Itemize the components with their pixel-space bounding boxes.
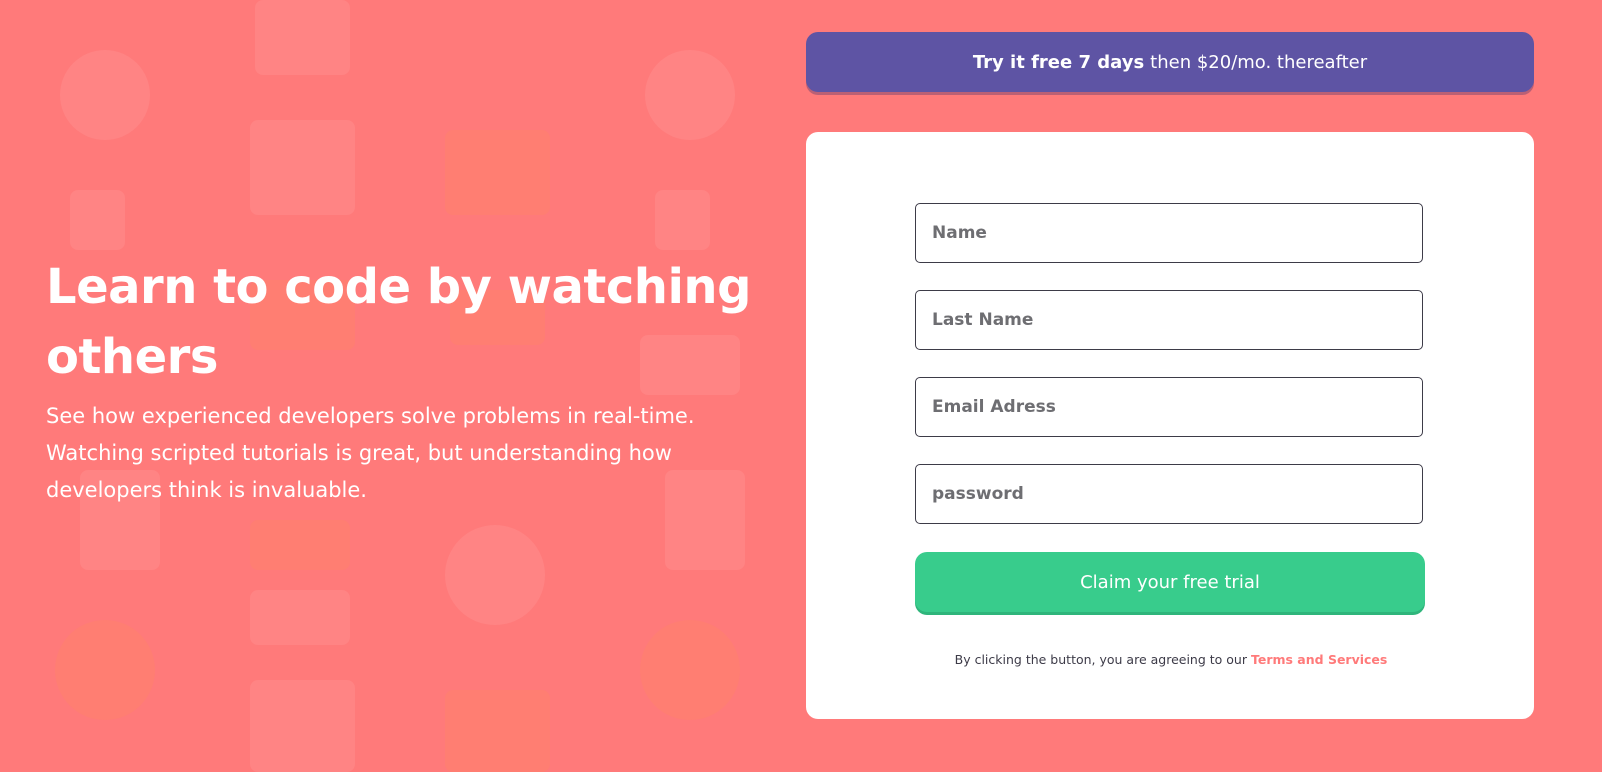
page-title: Learn to code by watching others <box>46 259 751 385</box>
trial-banner: Try it free 7 days then $20/mo. thereaft… <box>806 32 1534 92</box>
terms-link[interactable]: Terms and Services <box>1251 652 1387 667</box>
first-name-input[interactable] <box>915 203 1423 263</box>
signup-form: Claim your free trial By clicking the bu… <box>806 132 1534 719</box>
claim-trial-button[interactable]: Claim your free trial <box>915 552 1425 612</box>
terms-text: By clicking the button, you are agreeing… <box>954 652 1247 667</box>
last-name-input[interactable] <box>915 290 1423 350</box>
terms-notice: By clicking the button, you are agreeing… <box>915 652 1427 667</box>
banner-text: then $20/mo. thereafter <box>1150 51 1368 73</box>
email-input[interactable] <box>915 377 1423 437</box>
hero-description: See how experienced developers solve pro… <box>46 404 695 502</box>
password-input[interactable] <box>915 464 1423 524</box>
banner-bold-text: Try it free 7 days <box>972 51 1145 73</box>
hero: Learn to code by watching others See how… <box>46 252 766 509</box>
